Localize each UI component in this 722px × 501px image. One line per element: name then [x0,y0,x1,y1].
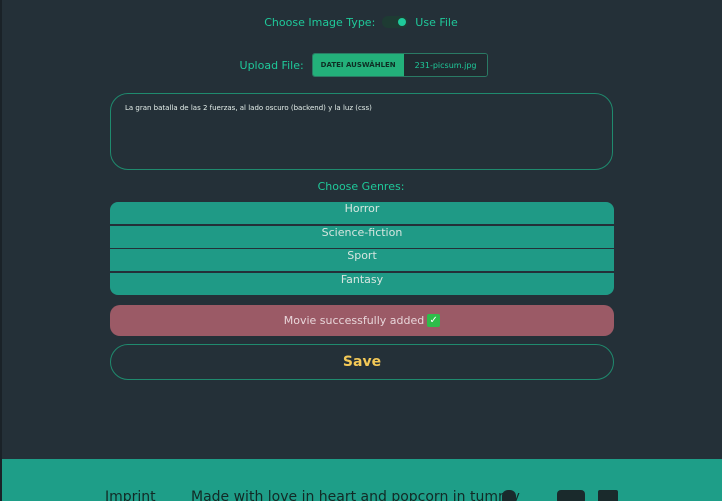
image-type-toggle[interactable] [382,16,409,28]
genres-label: Choose Genres: [317,180,405,193]
upload-row: Upload File: DATEI AUSWÄHLEN 231-picsum.… [0,53,722,77]
image-type-row: Choose Image Type: Use File [0,12,722,32]
footer-tagline: Made with love in heart and popcorn in t… [191,489,520,501]
imprint-link[interactable]: Imprint [105,489,156,501]
facebook-icon[interactable] [598,490,618,501]
success-message: Movie successfully added ✓ [110,305,614,336]
heart-icon [502,490,516,501]
upload-label: Upload File: [239,58,304,72]
choose-file-button[interactable]: DATEI AUSWÄHLEN [312,54,404,76]
file-input[interactable]: DATEI AUSWÄHLEN 231-picsum.jpg [311,53,489,77]
toggle-label: Use File [415,15,458,29]
genre-option-sport[interactable]: Sport [110,249,614,271]
genre-option-horror[interactable]: Horror [110,202,614,224]
description-textarea[interactable]: La gran batalla de las 2 fuerzas, al lad… [110,93,613,170]
save-button[interactable]: Save [110,344,614,380]
toggle-knob [398,18,407,26]
file-name: 231-picsum.jpg [403,54,488,76]
genre-list: Horror Science-fiction Sport Fantasy [110,202,614,295]
footer: Imprint Made with love in heart and popc… [2,459,722,501]
genre-option-science-fiction[interactable]: Science-fiction [110,225,614,248]
image-type-label: Choose Image Type: [264,15,376,29]
youtube-icon[interactable] [557,490,585,501]
check-mark-icon: ✓ [427,314,441,327]
success-text: Movie successfully added [283,314,425,327]
genre-option-fantasy[interactable]: Fantasy [110,272,614,295]
